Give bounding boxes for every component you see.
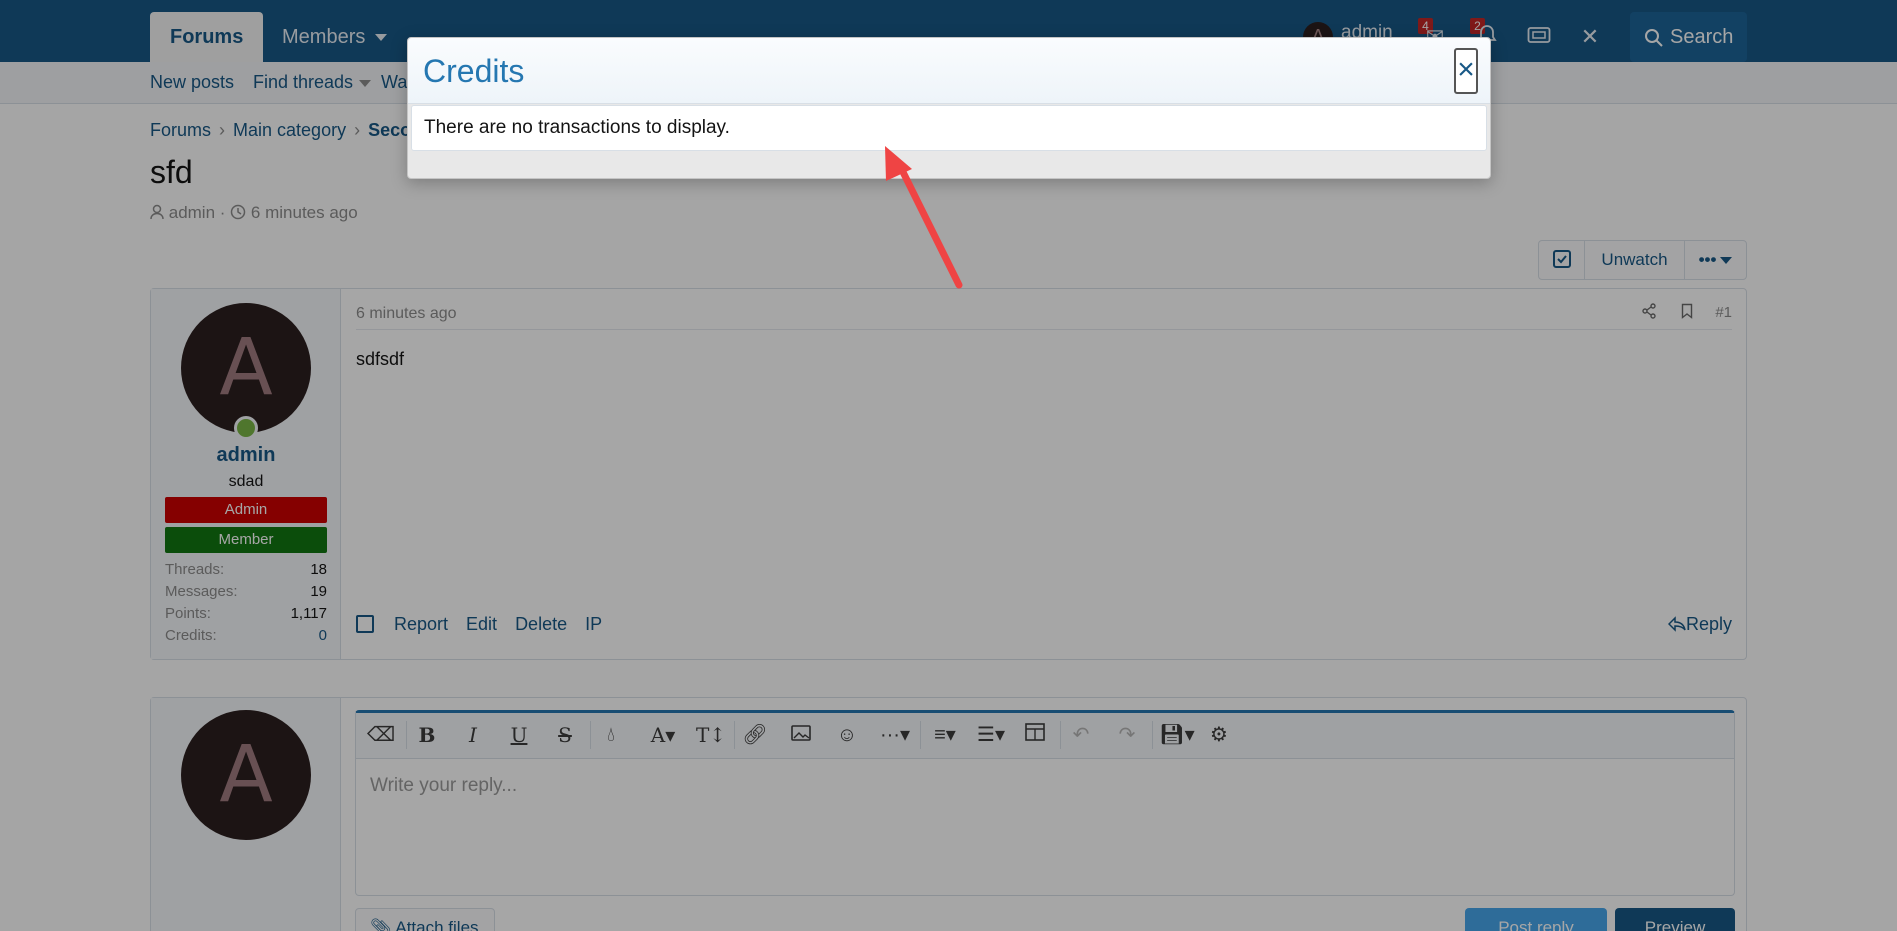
- annotation-arrow: [885, 146, 963, 289]
- arrow-shaft: [896, 162, 963, 289]
